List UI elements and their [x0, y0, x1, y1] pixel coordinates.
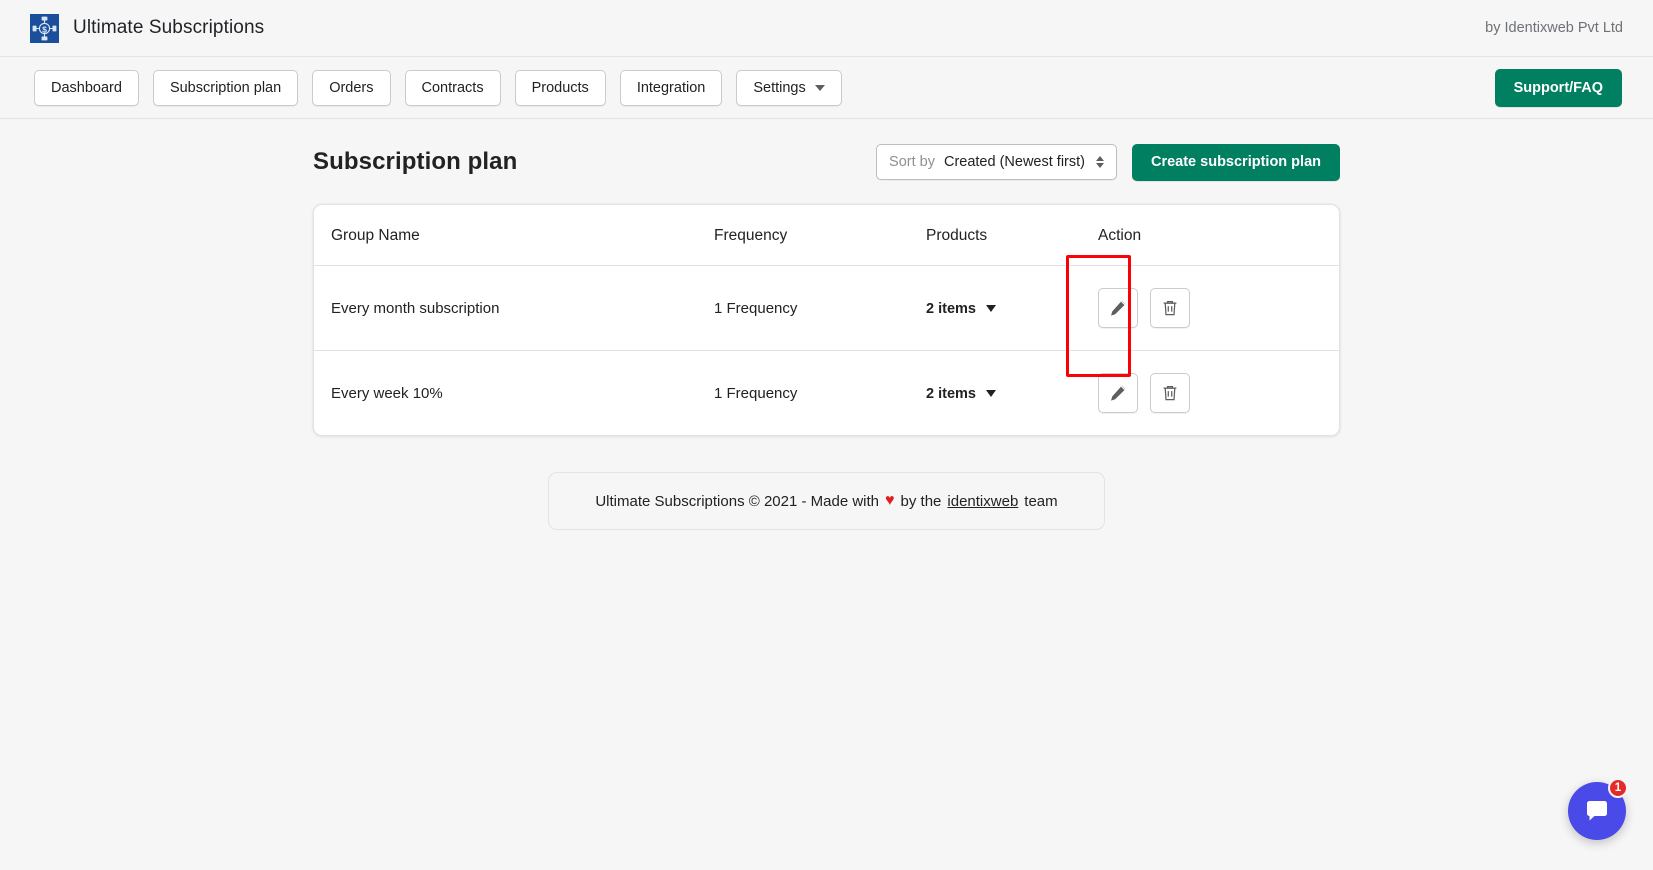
nav-item-orders[interactable]: Orders [312, 69, 391, 106]
chevron-down-icon [985, 390, 996, 397]
edit-button[interactable] [1098, 288, 1138, 328]
table-row: Every month subscription 1 Frequency 2 i… [314, 265, 1339, 351]
subscription-plan-card: Group Name Frequency Products Action Eve… [313, 204, 1340, 436]
nav-label: Dashboard [51, 79, 122, 96]
chat-widget[interactable]: 1 [1568, 778, 1628, 840]
row-actions [1098, 288, 1339, 328]
trash-icon [1163, 385, 1177, 401]
support-faq-button[interactable]: Support/FAQ [1494, 68, 1622, 107]
pencil-icon [1111, 300, 1126, 316]
delete-button[interactable] [1150, 373, 1190, 413]
nav-item-contracts[interactable]: Contracts [404, 69, 501, 106]
stepper-chevrons-icon [1095, 156, 1104, 168]
subscription-network-icon: $ [30, 13, 59, 43]
cell-frequency: 1 Frequency [714, 265, 926, 351]
column-header-frequency: Frequency [714, 205, 926, 266]
nav-label: Orders [329, 79, 374, 96]
cell-action [1098, 351, 1339, 436]
column-header-action: Action [1098, 205, 1339, 266]
chevron-down-icon [814, 84, 825, 91]
products-items-label: 2 items [926, 385, 976, 402]
products-items-toggle[interactable]: 2 items [926, 301, 996, 317]
subscription-plan-table: Group Name Frequency Products Action Eve… [314, 205, 1339, 435]
nav-item-integration[interactable]: Integration [619, 69, 723, 106]
footer-card: Ultimate Subscriptions © 2021 - Made wit… [548, 472, 1105, 530]
main-navigation: Dashboard Subscription plan Orders Contr… [0, 57, 1653, 119]
nav-item-products[interactable]: Products [514, 69, 606, 106]
page-header-actions: Sort by Created (Newest first) Create su… [876, 143, 1340, 181]
app-header: $ Ultimate Subscriptions by Identixweb P… [0, 0, 1653, 57]
chevron-down-icon [985, 305, 996, 312]
app-title: Ultimate Subscriptions [73, 17, 265, 38]
cell-products: 2 items [926, 265, 1098, 351]
heart-icon: ♥ [885, 492, 895, 509]
svg-text:$: $ [42, 24, 47, 34]
brand: $ Ultimate Subscriptions [30, 13, 265, 43]
table-header-row: Group Name Frequency Products Action [314, 205, 1339, 266]
cell-action [1098, 265, 1339, 351]
sort-select[interactable]: Sort by Created (Newest first) [876, 144, 1117, 180]
nav-label: Products [531, 79, 589, 96]
pencil-icon [1111, 385, 1126, 401]
footer: Ultimate Subscriptions © 2021 - Made wit… [313, 472, 1340, 530]
table-body: Every month subscription 1 Frequency 2 i… [314, 265, 1339, 436]
cell-group-name: Every month subscription [314, 265, 714, 351]
row-actions [1098, 373, 1339, 413]
footer-prefix-text: Ultimate Subscriptions © 2021 - Made wit… [595, 492, 880, 510]
nav-items: Dashboard Subscription plan Orders Contr… [34, 69, 842, 106]
cell-products: 2 items [926, 351, 1098, 436]
app-page: $ Ultimate Subscriptions by Identixweb P… [0, 0, 1653, 870]
create-subscription-plan-button[interactable]: Create subscription plan [1131, 143, 1340, 181]
nav-item-settings[interactable]: Settings [736, 69, 842, 106]
products-items-toggle[interactable]: 2 items [926, 386, 996, 402]
table-row: Every week 10% 1 Frequency 2 items [314, 351, 1339, 436]
nav-label: Integration [636, 79, 706, 96]
cell-frequency: 1 Frequency [714, 384, 798, 402]
identixweb-link[interactable]: identixweb [947, 493, 1018, 510]
column-header-group-name: Group Name [314, 205, 714, 266]
nav-label: Settings [753, 79, 806, 96]
nav-item-subscription-plan[interactable]: Subscription plan [152, 69, 299, 106]
products-items-label: 2 items [926, 300, 976, 317]
nav-label: Subscription plan [169, 79, 282, 96]
delete-button[interactable] [1150, 288, 1190, 328]
cell-group-name: Every week 10% [331, 384, 443, 402]
page-content: Subscription plan Sort by Created (Newes… [0, 119, 1653, 530]
table-head: Group Name Frequency Products Action [314, 205, 1339, 266]
sort-selected-value: Created (Newest first) [943, 154, 1085, 170]
footer-middle-text: by the [900, 492, 942, 510]
nav-item-dashboard[interactable]: Dashboard [34, 69, 139, 106]
vendor-byline: by Identixweb Pvt Ltd [1485, 20, 1623, 36]
sort-prefix-label: Sort by [889, 154, 935, 170]
nav-label: Contracts [421, 79, 484, 96]
edit-button[interactable] [1098, 373, 1138, 413]
trash-icon [1163, 300, 1177, 316]
footer-suffix-text: team [1024, 492, 1058, 510]
page-title: Subscription plan [313, 148, 518, 175]
page-header: Subscription plan Sort by Created (Newes… [313, 134, 1340, 190]
chat-unread-badge: 1 [1608, 778, 1628, 798]
column-header-products: Products [926, 205, 1098, 266]
